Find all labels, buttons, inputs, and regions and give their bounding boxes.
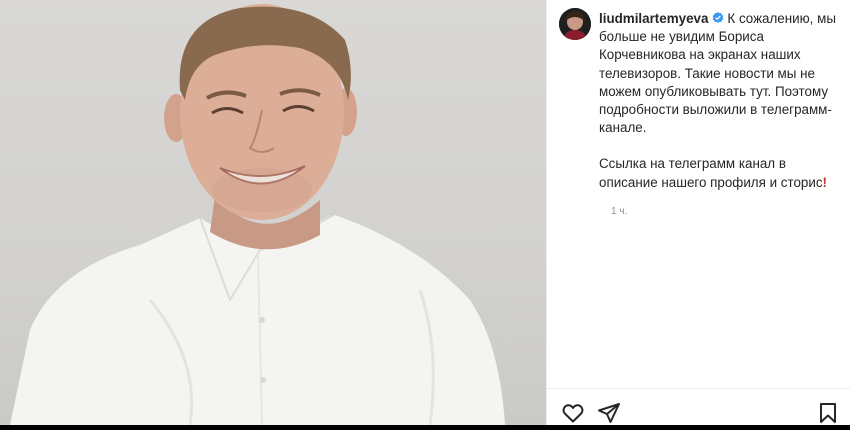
verified-badge-icon — [712, 11, 724, 24]
username-link[interactable]: liudmilartemyeva — [599, 11, 708, 26]
avatar[interactable] — [559, 8, 591, 40]
post-timestamp[interactable]: 1 ч. — [611, 206, 627, 217]
portrait-image — [10, 4, 505, 425]
caption-first-paragraph: liudmilartemyeva К сожалению, мы больше н… — [599, 10, 845, 137]
caption-text-2: Ссылка на телеграмм канал в описание наш… — [599, 156, 823, 190]
instagram-post: liudmilartemyeva К сожалению, мы больше н… — [0, 0, 850, 425]
caption-second-paragraph: Ссылка на телеграмм канал в описание наш… — [599, 155, 845, 191]
post-photo[interactable] — [0, 0, 546, 425]
post-sidebar: liudmilartemyeva К сожалению, мы больше н… — [546, 0, 850, 425]
action-bar — [547, 388, 850, 426]
post-caption: liudmilartemyeva К сожалению, мы больше н… — [599, 10, 845, 192]
heart-icon[interactable] — [561, 401, 585, 425]
exclamation-emoji: ! — [822, 174, 827, 190]
caption-text-1: К сожалению, мы больше не увидим Бориса … — [599, 11, 836, 136]
avatar-image — [559, 8, 591, 40]
paper-plane-icon[interactable] — [597, 401, 621, 425]
bookmark-icon[interactable] — [816, 401, 840, 425]
